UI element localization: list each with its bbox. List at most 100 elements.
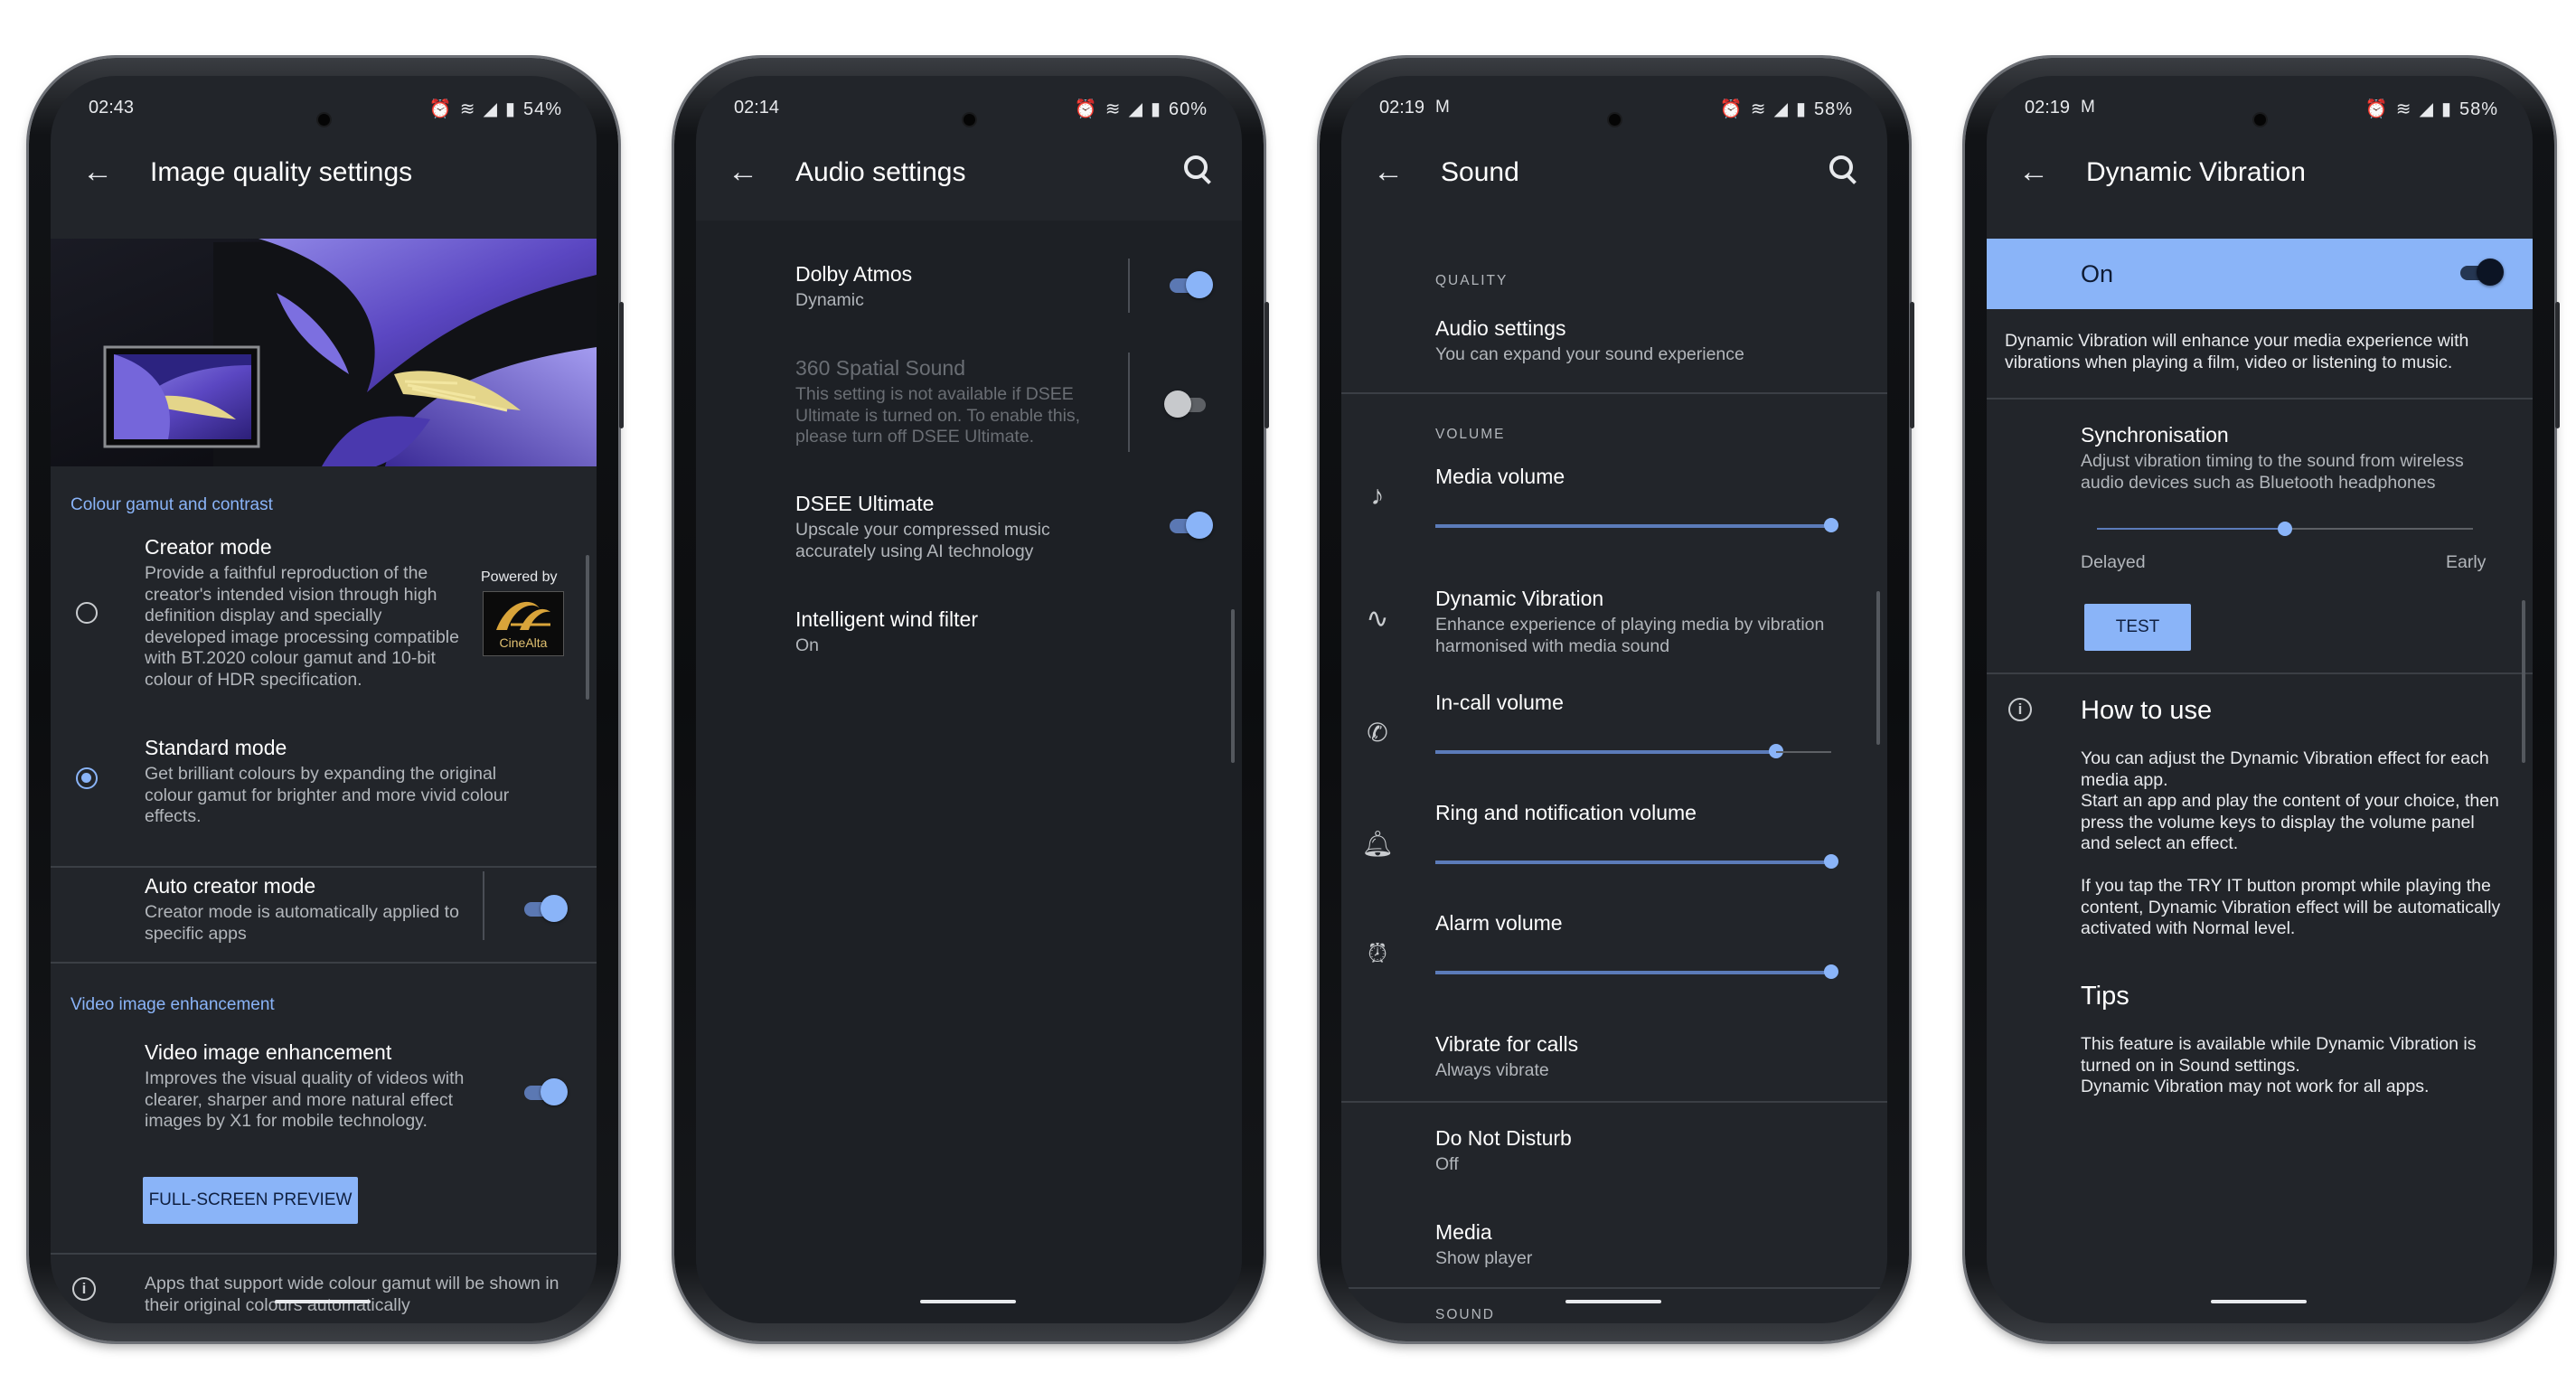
video-enhancement-toggle[interactable] (521, 1077, 568, 1109)
scrollbar[interactable] (1231, 609, 1235, 763)
alarm-icon: ⏰ (1719, 99, 1744, 119)
signal-icon: ◢ (1773, 99, 1789, 119)
info-icon: i (2008, 698, 2032, 721)
battery-percent: 60% (1168, 99, 1208, 119)
slider-thumb[interactable] (1824, 518, 1838, 532)
battery-icon: ▮ (504, 99, 516, 119)
slider-thumb[interactable] (1824, 964, 1838, 979)
media-title: Media (1435, 1220, 1492, 1244)
home-indicator[interactable] (275, 1300, 371, 1303)
dolby-atmos-subtitle: Dynamic (795, 290, 864, 310)
slider-track-rest (1776, 751, 1831, 753)
media-subtitle: Show player (1435, 1248, 1533, 1268)
app-bar: ← Dynamic Vibration (1987, 130, 2533, 221)
cinealta-text: CineAlta (499, 635, 548, 650)
powered-by-label: Powered by (481, 569, 558, 585)
dynamic-vibration-title: Dynamic Vibration (1435, 587, 1604, 610)
standard-mode-description: Get brilliant colours by expanding the o… (145, 764, 510, 826)
creator-mode-radio[interactable] (76, 602, 98, 624)
status-time: 02:43 (89, 98, 135, 118)
audio-settings-screen: 02:14 ⏰ ≋ ◢ ▮ 60% ← Audio settings Dolby Atm… (696, 76, 1242, 1323)
in-call-volume-slider[interactable] (1435, 744, 1831, 758)
page-title: Audio settings (795, 157, 966, 187)
alarm-clock-icon: ⏰︎ (1368, 939, 1387, 967)
media-volume-label: Media volume (1435, 465, 1565, 488)
section-header-colour-gamut: Colour gamut and contrast (71, 495, 273, 514)
dolby-atmos-title: Dolby Atmos (795, 262, 913, 286)
wifi-icon: ≋ (459, 99, 476, 119)
status-time: 02:14 (734, 98, 780, 118)
auto-creator-mode-toggle[interactable] (521, 893, 568, 926)
dsee-ultimate-title: DSEE Ultimate (795, 492, 935, 515)
home-indicator[interactable] (1565, 1300, 1661, 1303)
gmail-icon: M (1435, 98, 1450, 117)
status-icons: ⏰ ≋ ◢ ▮ 58% (2358, 98, 2498, 120)
signal-icon: ◢ (2419, 99, 2434, 119)
creator-mode-description: Provide a faithful reproduction of the c… (145, 563, 459, 690)
scrollbar[interactable] (586, 555, 589, 700)
volume-category: VOLUME (1435, 427, 1506, 442)
section-header-video-enhancement: Video image enhancement (71, 995, 275, 1014)
divider (1341, 1101, 1887, 1103)
slider-fill (1435, 750, 1776, 754)
synchronisation-slider-fill (2097, 528, 2285, 530)
tips-paragraph-2: Dynamic Vibration may not work for all a… (2081, 1077, 2430, 1096)
phone-frame: 02:43 ⏰ ≋ ◢ ▮ 54% ← Image quality settings C… (29, 58, 624, 1341)
scrollbar[interactable] (2522, 600, 2525, 763)
home-indicator[interactable] (920, 1300, 1016, 1303)
wifi-icon: ≋ (2395, 99, 2412, 119)
creator-mode-title: Creator mode (145, 535, 272, 559)
standard-mode-radio[interactable] (76, 767, 98, 789)
status-bar: 02:14 ⏰ ≋ ◢ ▮ 60% (696, 92, 1242, 119)
media-volume-slider[interactable] (1435, 518, 1838, 532)
spatial-sound-description: This setting is not available if DSEE Ul… (795, 384, 1081, 447)
ring-volume-slider[interactable] (1435, 854, 1838, 869)
master-switch-toggle[interactable] (2457, 257, 2504, 289)
vibrate-for-calls-subtitle: Always vibrate (1435, 1060, 1549, 1080)
back-arrow-icon[interactable]: ← (2014, 155, 2054, 188)
status-time: 02:19 (2025, 98, 2071, 118)
scrollbar[interactable] (1876, 591, 1880, 745)
synchronisation-slider-thumb[interactable] (2278, 522, 2292, 536)
divider (1987, 672, 2533, 674)
alarm-icon: ⏰ (428, 99, 453, 119)
app-bar: ← Image quality settings (51, 130, 597, 221)
back-arrow-icon[interactable]: ← (723, 155, 763, 188)
search-icon[interactable] (1824, 150, 1864, 190)
cinealta-logo-mark (496, 601, 550, 630)
spatial-sound-toggle[interactable] (1164, 389, 1211, 421)
vertical-divider (483, 871, 484, 940)
intro-text: Dynamic Vibration will enhance your medi… (2005, 331, 2469, 372)
alarm-volume-slider[interactable] (1435, 964, 1838, 979)
master-switch-bar[interactable]: On (1987, 239, 2533, 309)
dsee-ultimate-toggle[interactable] (1166, 510, 1213, 542)
bell-icon: 🔔︎ (1361, 830, 1394, 858)
synchronisation-slider[interactable] (2097, 522, 2473, 536)
wifi-icon: ≋ (1750, 99, 1767, 119)
test-button[interactable]: TEST (2084, 604, 2191, 651)
search-icon[interactable] (1179, 150, 1218, 190)
status-bar: 02:43 ⏰ ≋ ◢ ▮ 54% (51, 92, 597, 119)
home-indicator[interactable] (2211, 1300, 2307, 1303)
footer-note: Apps that support wide colour gamut will… (145, 1274, 559, 1315)
back-arrow-icon[interactable]: ← (78, 155, 118, 188)
sound-screen: 02:19 M ⏰ ≋ ◢ ▮ 58% ← Sound QUALITY Audio se… (1341, 76, 1887, 1323)
alarm-volume-label: Alarm volume (1435, 911, 1563, 935)
vertical-divider (1128, 259, 1130, 313)
display-hero-image (51, 239, 597, 466)
dolby-atmos-toggle[interactable] (1166, 269, 1213, 302)
slider-thumb[interactable] (1824, 854, 1838, 869)
tips-heading: Tips (2081, 982, 2129, 1011)
slider-fill (1435, 971, 1831, 974)
wind-filter-subtitle: On (795, 635, 820, 655)
quality-category: QUALITY (1435, 273, 1509, 288)
wind-filter-title: Intelligent wind filter (795, 607, 978, 631)
back-arrow-icon[interactable]: ← (1368, 155, 1408, 188)
full-screen-preview-button[interactable]: FULL-SCREEN PREVIEW (143, 1177, 358, 1224)
video-enhancement-description: Improves the visual quality of videos wi… (145, 1068, 465, 1131)
vertical-divider (1128, 353, 1130, 452)
how-to-use-paragraph-2: Start an app and play the content of you… (2081, 791, 2499, 853)
divider (51, 1253, 597, 1255)
slider-fill (1435, 861, 1831, 864)
dynamic-vibration-screen: 02:19 M ⏰ ≋ ◢ ▮ 58% ← Dynamic Vibration On D… (1987, 76, 2533, 1323)
